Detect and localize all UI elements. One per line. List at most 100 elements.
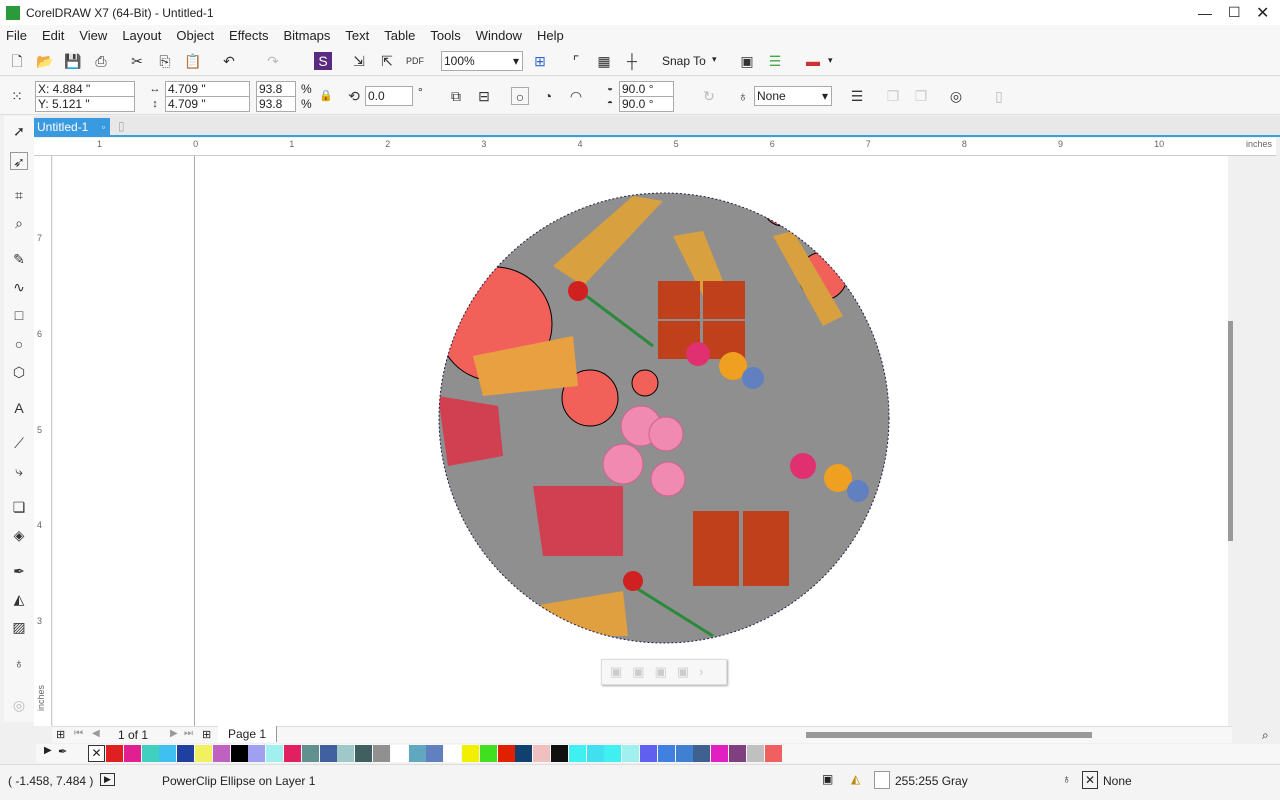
color-swatch[interactable] — [390, 745, 408, 762]
menu-edit[interactable]: Edit — [42, 28, 64, 43]
convert-to-curves-icon[interactable]: ◎ — [947, 87, 965, 105]
color-swatch[interactable] — [729, 745, 746, 762]
color-swatch[interactable] — [586, 745, 604, 762]
color-swatch[interactable] — [604, 745, 622, 762]
color-swatch[interactable] — [373, 745, 390, 762]
import-icon[interactable]: ⇲ — [350, 52, 368, 70]
pick-tool-icon[interactable]: ➚ — [10, 122, 28, 140]
print-icon[interactable]: ⎙ — [92, 52, 110, 70]
color-swatch[interactable] — [551, 745, 568, 762]
ellipse-icon[interactable]: ○ — [511, 87, 529, 105]
color-swatch[interactable] — [355, 745, 373, 762]
text-tool-icon[interactable]: A — [10, 399, 28, 417]
save-icon[interactable]: 💾 — [64, 52, 82, 70]
height-field[interactable]: 4.709 " — [165, 96, 250, 112]
shape-tool-icon[interactable]: ➶ — [10, 152, 28, 170]
color-swatch[interactable] — [337, 745, 355, 762]
menu-object[interactable]: Object — [176, 28, 214, 43]
color-swatch[interactable] — [462, 745, 479, 762]
eyedropper-icon[interactable]: ✒ — [10, 562, 28, 580]
interactive-fill-icon[interactable]: ◭ — [10, 590, 28, 608]
no-color-swatch[interactable]: ✕ — [88, 745, 105, 762]
color-swatch[interactable] — [764, 745, 782, 762]
scale-width-field[interactable]: 93.8 — [256, 81, 296, 97]
crop-tool-icon[interactable]: ⌗ — [10, 186, 28, 204]
vertical-ruler[interactable]: inches 7 6 5 4 3 — [34, 156, 52, 726]
color-swatch[interactable] — [568, 745, 586, 762]
connector-tool-icon[interactable]: ⤷ — [10, 462, 28, 480]
reference-point-icon[interactable]: ⁙ — [8, 87, 26, 105]
rotation-field[interactable]: 0.0 — [365, 86, 413, 106]
start-angle-field[interactable]: 90.0 ° — [619, 81, 674, 97]
menu-help[interactable]: Help — [537, 28, 564, 43]
color-swatch[interactable] — [515, 745, 533, 762]
vertical-scrollbar[interactable] — [1228, 156, 1233, 726]
zoom-level-select[interactable]: 100% ▾ — [441, 51, 523, 71]
add-page-before-icon[interactable]: ⊞ — [56, 728, 65, 741]
rulers-icon[interactable]: ⌜ — [567, 52, 585, 70]
corel-connect-icon[interactable]: S — [314, 52, 332, 70]
freehand-tool-icon[interactable]: ✎ — [10, 250, 28, 268]
powerclip-ellipse[interactable] — [53, 156, 1233, 726]
copy-icon[interactable]: ⎘ — [156, 52, 174, 70]
tab-close-icon[interactable]: ▫ — [102, 118, 105, 137]
mirror-vertical-icon[interactable]: ⊟ — [475, 87, 493, 105]
close-button[interactable]: ✕ — [1256, 3, 1269, 23]
export-icon[interactable]: ⇱ — [378, 52, 396, 70]
menu-effects[interactable]: Effects — [229, 28, 269, 43]
menu-file[interactable]: File — [6, 28, 27, 43]
ellipse-tool-icon[interactable]: ○ — [10, 335, 28, 353]
color-swatch[interactable] — [408, 745, 426, 762]
smart-fill-icon[interactable]: ▨ — [10, 618, 28, 636]
tab-untitled-1[interactable]: Untitled-1 ▫ — [34, 118, 110, 137]
color-swatch[interactable] — [106, 745, 123, 762]
to-back-icon[interactable]: ❐ — [912, 87, 930, 105]
horizontal-ruler[interactable]: inches 1 0 1 2 3 4 5 6 7 8 9 10 — [34, 138, 1276, 156]
eyedropper-icon[interactable]: ✒ — [58, 745, 67, 758]
guidelines-icon[interactable]: ┼ — [623, 52, 641, 70]
menu-table[interactable]: Table — [384, 28, 415, 43]
end-angle-field[interactable]: 90.0 ° — [619, 96, 674, 112]
drop-shadow-icon[interactable]: ❏ — [10, 498, 28, 516]
arc-icon[interactable]: ◠ — [567, 87, 585, 105]
lock-ratio-icon[interactable]: 🔒 — [317, 87, 335, 105]
color-swatch[interactable] — [533, 745, 551, 762]
color-swatch[interactable] — [479, 745, 497, 762]
powerclip-floating-toolbar[interactable]: ▣▣▣▣› — [601, 659, 727, 685]
color-proof-icon[interactable]: ▣ — [822, 772, 833, 786]
full-screen-preview-icon[interactable]: ⊞ — [531, 52, 549, 70]
drawing-canvas[interactable]: ▣▣▣▣› — [53, 156, 1233, 726]
menu-layout[interactable]: Layout — [122, 28, 161, 43]
redo-icon[interactable]: ↷ — [264, 52, 282, 70]
color-swatch[interactable] — [426, 745, 444, 762]
cut-icon[interactable]: ✂ — [128, 52, 146, 70]
color-swatch[interactable] — [248, 745, 266, 762]
horizontal-scrollbar[interactable] — [806, 732, 1092, 738]
next-page-icon[interactable]: ▶ — [170, 728, 178, 739]
fill-color-swatch[interactable] — [874, 771, 890, 789]
outline-icon[interactable]: ▯ — [990, 87, 1008, 105]
color-swatch[interactable] — [266, 745, 284, 762]
page-tab[interactable]: Page 1 — [218, 726, 278, 742]
color-swatch[interactable] — [693, 745, 711, 762]
scrollbar-thumb[interactable] — [1228, 321, 1233, 541]
color-swatch[interactable] — [141, 745, 159, 762]
zoom-navigator-icon[interactable]: ⌕ — [1262, 728, 1269, 743]
last-page-icon[interactable]: ⏭ — [184, 728, 193, 739]
menu-bitmaps[interactable]: Bitmaps — [283, 28, 330, 43]
palette-scroll-icon[interactable]: ▶ — [44, 745, 52, 756]
outline-none-icon[interactable]: ✕ — [1082, 771, 1098, 789]
mirror-horizontal-icon[interactable]: ⧉ — [447, 87, 465, 105]
menu-text[interactable]: Text — [345, 28, 369, 43]
prev-page-icon[interactable]: ◀ — [92, 728, 100, 739]
color-swatch[interactable] — [675, 745, 693, 762]
color-swatch[interactable] — [177, 745, 195, 762]
menu-tools[interactable]: Tools — [430, 28, 460, 43]
publish-pdf-icon[interactable]: PDF — [406, 52, 424, 70]
new-tab-icon[interactable]: ▯ — [118, 119, 125, 133]
color-swatch[interactable] — [711, 745, 729, 762]
first-page-icon[interactable]: ⏮ — [74, 728, 83, 739]
dimension-tool-icon[interactable]: ⟋ — [10, 434, 28, 452]
menu-window[interactable]: Window — [476, 28, 522, 43]
undo-icon[interactable]: ↶ — [220, 52, 238, 70]
